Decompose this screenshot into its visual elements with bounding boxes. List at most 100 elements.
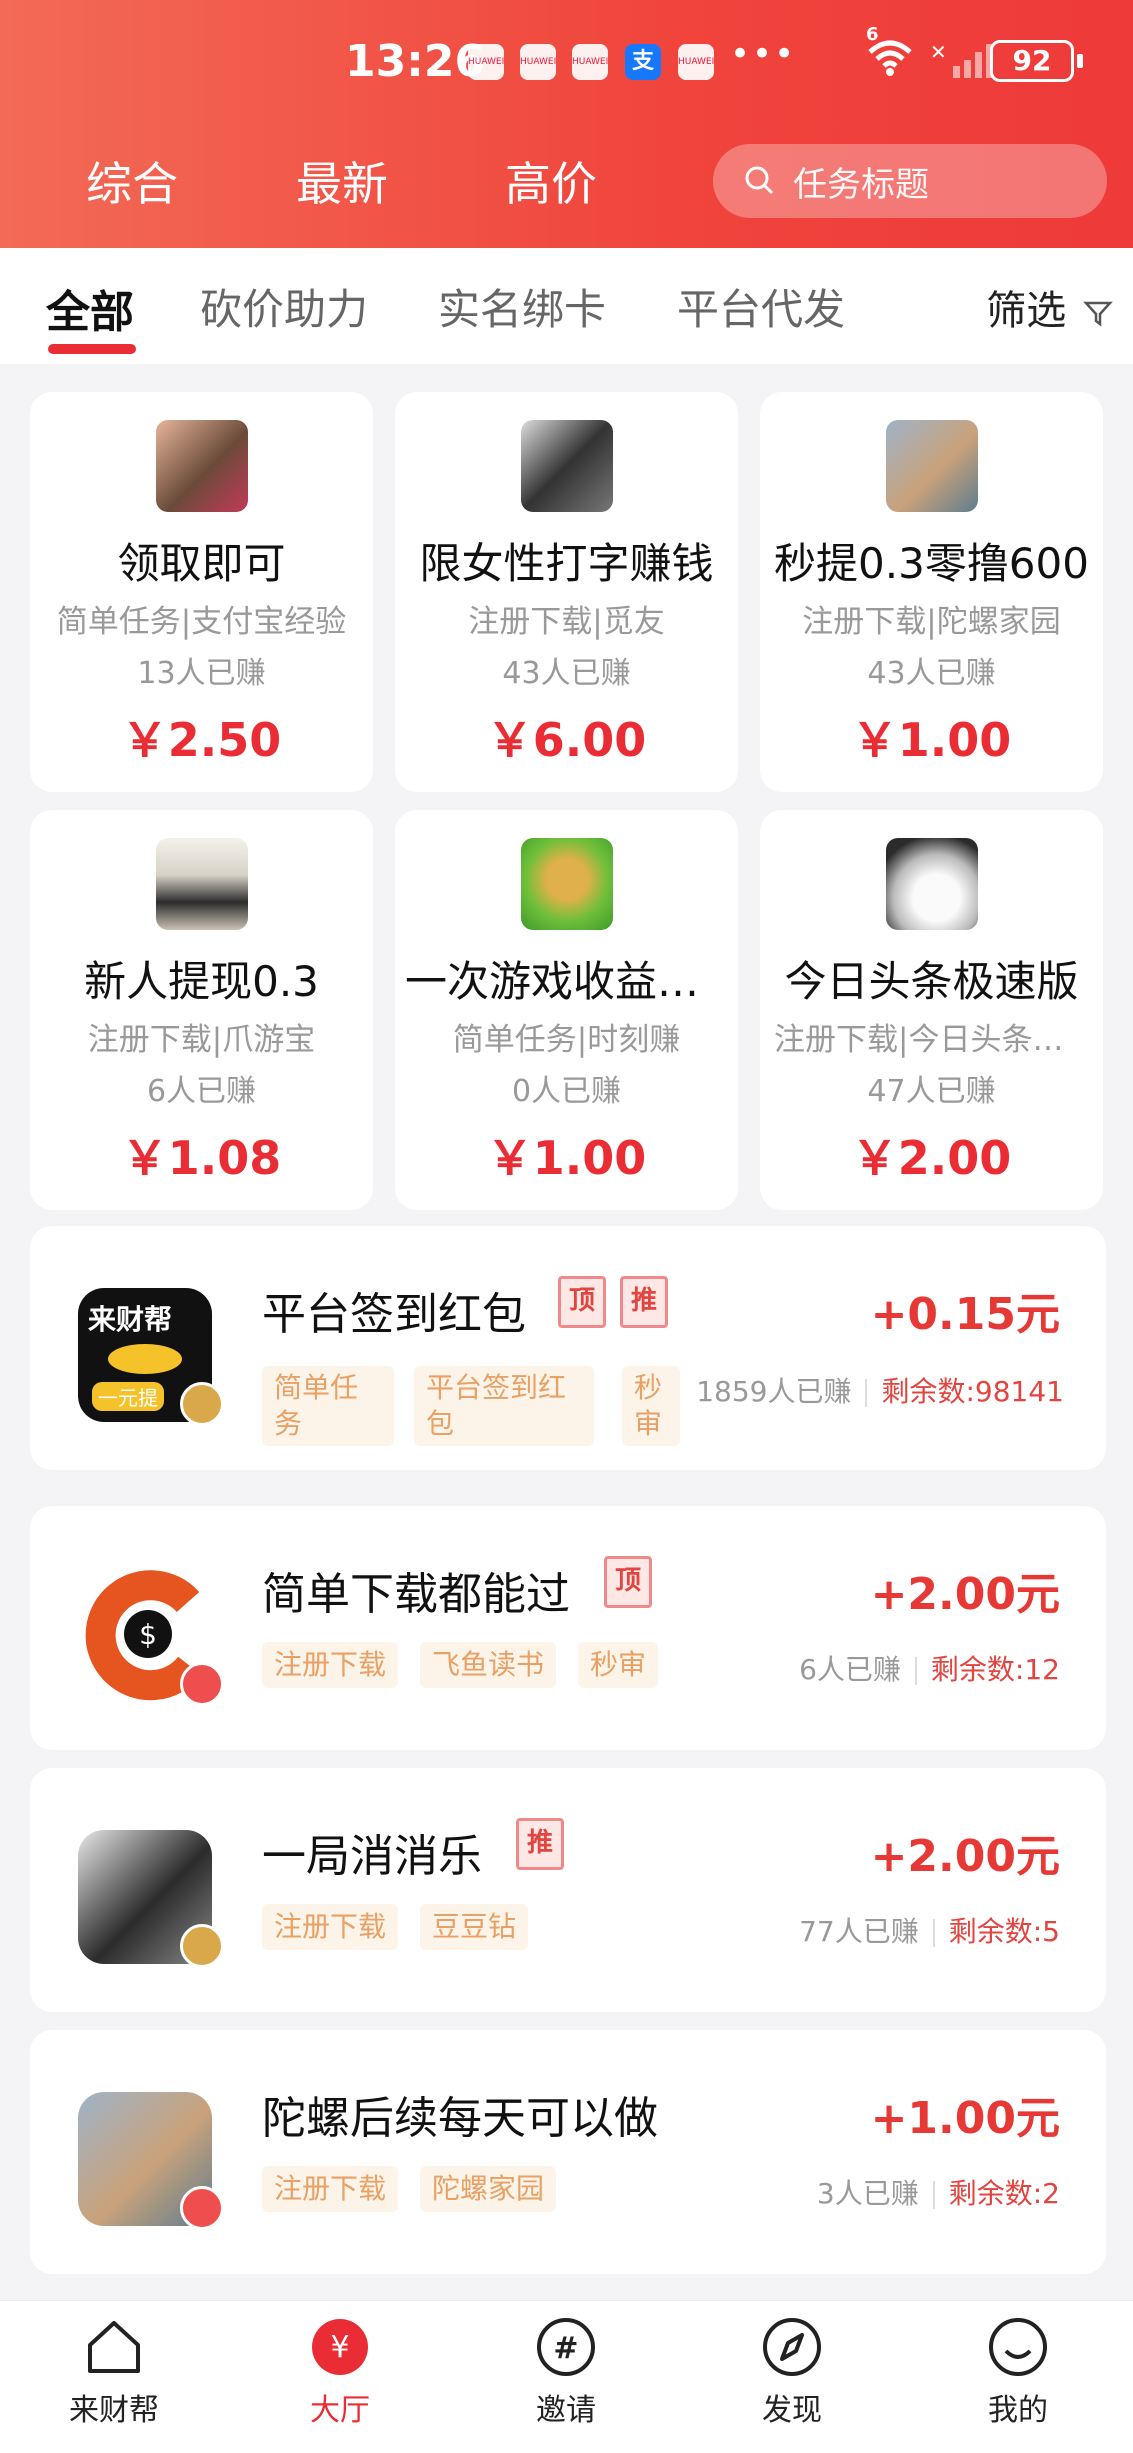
yuan-icon: ¥ <box>312 2319 368 2375</box>
huawei-notification-icon: HUAWEI <box>468 44 504 80</box>
tab-overall[interactable]: 综合 <box>86 148 178 214</box>
logo-subtext: 一元提 <box>92 1382 164 1411</box>
task-price: ￥2.50 <box>121 713 282 767</box>
task-tag: 简单任务 <box>262 1366 394 1446</box>
task-tag: 注册下载 <box>262 1904 399 1950</box>
task-thumbnail <box>886 420 978 512</box>
task-tag: 平台签到红包 <box>414 1366 594 1446</box>
medal-badge-icon <box>180 1382 224 1426</box>
task-subtitle: 简单任务|支付宝经验 <box>56 604 347 640</box>
tab-newest[interactable]: 最新 <box>296 148 388 214</box>
task-earned-count: 6人已赚 <box>146 1074 257 1109</box>
nav-label: 邀请 <box>536 2393 596 2428</box>
nav-label: 我的 <box>988 2393 1048 2428</box>
task-reward: +2.00元 <box>870 1831 1060 1882</box>
cellular-signal-icon: ✕ <box>930 40 993 78</box>
grid-task-card[interactable]: 新人提现0.3 注册下载|爪游宝 6人已赚 ￥1.08 <box>30 810 373 1210</box>
category-tabs: 全部 砍价助力 实名绑卡 平台代发 筛选 <box>0 248 1133 364</box>
task-reward: +2.00元 <box>870 1569 1060 1620</box>
task-reward: +1.00元 <box>870 2093 1060 2144</box>
svg-text:$: $ <box>139 1618 157 1651</box>
task-stats: 77人已赚 剩余数:5 <box>799 1910 1060 1950</box>
task-title: 限女性打字赚钱 <box>419 539 714 588</box>
nav-discover[interactable]: 发现 <box>712 2315 872 2429</box>
task-tag: 飞鱼读书 <box>420 1642 557 1688</box>
header: 13:26 HUAWEI HUAWEI HUAWEI 支 HUAWEI ••• … <box>0 0 1133 248</box>
task-earned-count: 43人已赚 <box>867 656 996 691</box>
task-price: ￥1.00 <box>851 713 1012 767</box>
task-stats: 6人已赚 剩余数:12 <box>799 1648 1060 1688</box>
task-tag: 豆豆钻 <box>420 1904 529 1950</box>
tab-high-price[interactable]: 高价 <box>505 148 597 214</box>
list-task-card[interactable]: 陀螺后续每天可以做 +1.00元 注册下载 陀螺家园 3人已赚 剩余数:2 <box>30 2030 1106 2274</box>
task-title: 简单下载都能过 <box>262 1569 570 1620</box>
task-title: 一局消消乐 <box>262 1831 482 1882</box>
task-tag: 注册下载 <box>262 1642 399 1688</box>
task-earned-count: 13人已赚 <box>137 656 266 691</box>
category-all[interactable]: 全部 <box>46 276 134 340</box>
category-real-name-bind-card[interactable]: 实名绑卡 <box>438 276 606 337</box>
task-tag: 注册下载 <box>262 2166 399 2212</box>
task-thumbnail <box>521 420 613 512</box>
filter-label: 筛选 <box>986 288 1067 334</box>
active-tab-indicator <box>48 344 136 354</box>
grid-task-card[interactable]: 今日头条极速版 注册下载|今日头条极速版 47人已赚 ￥2.00 <box>760 810 1103 1210</box>
grid-task-card[interactable]: 秒提0.3零撸600 注册下载|陀螺家园 43人已赚 ￥1.00 <box>760 392 1103 792</box>
nav-hall[interactable]: ¥ 大厅 <box>260 2315 420 2429</box>
task-tag: 秒审 <box>622 1366 680 1446</box>
nav-label: 大厅 <box>310 2393 370 2428</box>
huawei-notification-icon: HUAWEI <box>572 44 608 80</box>
hashtag-icon: # <box>537 2318 595 2376</box>
earned-count: 6人已赚 <box>799 1653 901 1686</box>
logo-text: 来财帮 <box>88 1303 173 1336</box>
category-platform-posting[interactable]: 平台代发 <box>677 276 845 337</box>
nav-home[interactable]: 来财帮 <box>34 2315 194 2429</box>
task-price: ￥1.00 <box>486 1131 647 1185</box>
battery-icon: 92 <box>990 40 1083 82</box>
task-price: ￥6.00 <box>486 713 647 767</box>
list-task-card[interactable]: $ 简单下载都能过 顶 +2.00元 注册下载 飞鱼读书 秒审 6人已赚 剩余数:… <box>30 1506 1106 1750</box>
task-subtitle: 注册下载|陀螺家园 <box>802 604 1061 640</box>
smile-icon <box>989 2318 1047 2376</box>
nav-label: 来财帮 <box>69 2393 159 2428</box>
car-badge-icon <box>180 1662 224 1706</box>
task-earned-count: 47人已赚 <box>867 1074 996 1109</box>
task-subtitle: 简单任务|时刻赚 <box>452 1022 681 1058</box>
huawei-notification-icon: HUAWEI <box>678 44 714 80</box>
huawei-notification-icon: HUAWEI <box>520 44 556 80</box>
car-badge-icon <box>180 2186 224 2230</box>
top-mark: 顶 <box>604 1556 652 1608</box>
task-price: ￥1.08 <box>121 1131 282 1185</box>
nav-label: 发现 <box>762 2393 822 2428</box>
alipay-notification-icon: 支 <box>625 44 661 80</box>
grid-task-card[interactable]: 领取即可 简单任务|支付宝经验 13人已赚 ￥2.50 <box>30 392 373 792</box>
network-type: 6 <box>866 24 879 45</box>
task-tag: 陀螺家园 <box>420 2166 557 2212</box>
filter-icon <box>1083 301 1113 327</box>
nav-profile[interactable]: 我的 <box>938 2315 1098 2429</box>
bottom-navigation: 来财帮 ¥ 大厅 # 邀请 发现 我的 <box>0 2300 1133 2453</box>
filter-button[interactable]: 筛选 <box>986 278 1113 336</box>
task-earned-count: 43人已赚 <box>502 656 631 691</box>
top-mark: 顶 <box>558 1276 606 1328</box>
task-title: 今日头条极速版 <box>784 957 1079 1006</box>
nav-invite[interactable]: # 邀请 <box>486 2315 646 2429</box>
task-title: 领取即可 <box>117 539 286 588</box>
remaining-count: 剩余数:98141 <box>881 1375 1064 1408</box>
earned-count: 1859人已赚 <box>696 1375 852 1408</box>
svg-text:#: # <box>553 2331 578 2366</box>
task-tag: 秒审 <box>578 1642 659 1688</box>
task-earned-count: 0人已赚 <box>511 1074 622 1109</box>
task-title: 陀螺后续每天可以做 <box>262 2093 658 2144</box>
medal-badge-icon <box>180 1924 224 1968</box>
svg-text:¥: ¥ <box>330 2330 349 2365</box>
task-stats: 3人已赚 剩余数:2 <box>817 2172 1060 2212</box>
grid-task-card[interactable]: 一次游戏收益百元 简单任务|时刻赚 0人已赚 ￥1.00 <box>395 810 738 1210</box>
grid-task-card[interactable]: 限女性打字赚钱 注册下载|觅友 43人已赚 ￥6.00 <box>395 392 738 792</box>
category-bargain-help[interactable]: 砍价助力 <box>200 276 368 337</box>
list-task-card[interactable]: 一局消消乐 推 +2.00元 注册下载 豆豆钻 77人已赚 剩余数:5 <box>30 1768 1106 2012</box>
list-task-card[interactable]: 来财帮 一元提 平台签到红包 顶 推 +0.15元 简单任务 平台签到红包 秒审… <box>30 1226 1106 1470</box>
search-input[interactable]: 任务标题 <box>713 144 1107 218</box>
earned-count: 3人已赚 <box>816 2177 919 2210</box>
task-title: 平台签到红包 <box>262 1289 526 1340</box>
